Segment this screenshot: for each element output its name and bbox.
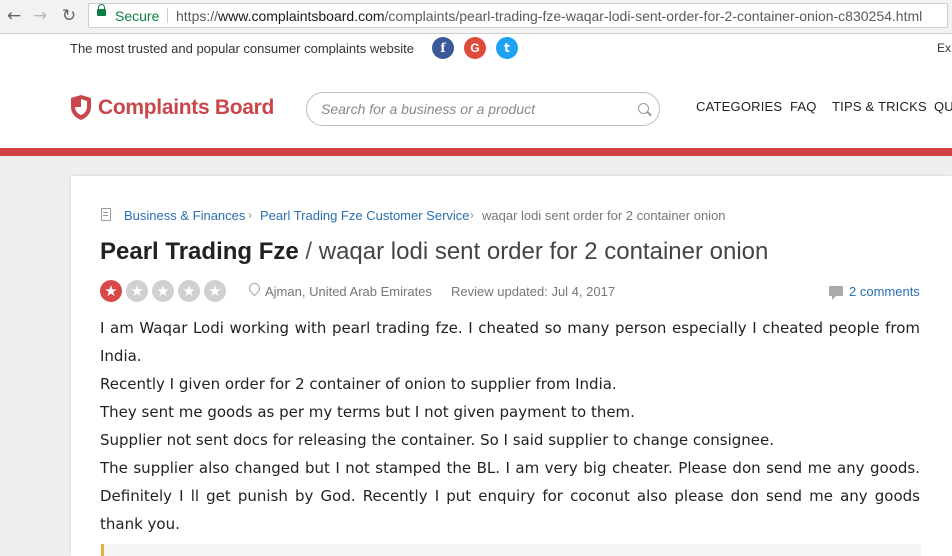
breadcrumb-current: waqar lodi sent order for 2 container on… <box>482 208 726 223</box>
nav-tips-tricks[interactable]: TIPS & TRICKS <box>832 99 927 114</box>
site-logo[interactable]: Complaints Board <box>98 96 274 120</box>
header-accent-bar <box>0 148 952 156</box>
facebook-icon[interactable]: f <box>432 37 454 59</box>
site-header: Complaints Board CATEGORIES FAQ TIPS & T… <box>0 62 952 148</box>
url-path: /complaints/pearl-trading-fze-waqar-lodi… <box>384 8 923 24</box>
site-top-strip: The most trusted and popular consumer co… <box>0 34 952 62</box>
company-name[interactable]: Pearl Trading Fze <box>100 238 299 265</box>
url-scheme: https:// <box>176 8 219 24</box>
review-updated-date: Review updated: Jul 4, 2017 <box>451 284 616 299</box>
location-pin-icon <box>246 280 263 297</box>
site-tagline: The most trusted and popular consumer co… <box>70 41 414 56</box>
reload-icon[interactable]: ↻ <box>59 6 79 26</box>
breadcrumb-separator: › <box>248 208 252 222</box>
address-bar[interactable]: Secure https://www.complaintsboard.com/c… <box>88 3 948 28</box>
comment-icon <box>829 286 843 300</box>
document-icon <box>101 208 111 221</box>
complaint-meta: ★ ★ ★ ★ ★ Ajman, United Arab Emirates Review… <box>100 280 950 304</box>
complaint-card: Business & Finances › Pearl Trading Fze … <box>71 176 952 556</box>
complaint-paragraph: I am Waqar Lodi working with pearl tradi… <box>100 319 920 365</box>
search-icon[interactable] <box>638 103 649 114</box>
star-empty-icon: ★ <box>178 280 200 302</box>
title-separator: / <box>298 238 319 265</box>
reply-block-edge <box>101 544 921 556</box>
nav-questions[interactable]: QU <box>934 99 952 114</box>
complaint-body: I am Waqar Lodi working with pearl tradi… <box>100 314 920 538</box>
search-input[interactable] <box>321 100 621 118</box>
forward-arrow-icon[interactable]: → <box>30 6 50 26</box>
lock-icon <box>97 4 106 16</box>
nav-categories[interactable]: CATEGORIES <box>696 99 782 114</box>
shield-logo-icon[interactable] <box>70 94 92 121</box>
complaint-paragraph: The supplier also changed but I not stam… <box>100 459 920 533</box>
top-right-link[interactable]: Ex <box>937 41 951 55</box>
star-empty-icon: ★ <box>204 280 226 302</box>
comments-link[interactable]: 2 comments <box>849 284 920 299</box>
page-title: Pearl Trading Fze / waqar lodi sent orde… <box>100 238 768 266</box>
complaint-paragraph: They sent me goods as per my terms but I… <box>100 403 635 421</box>
star-empty-icon: ★ <box>152 280 174 302</box>
nav-faq[interactable]: FAQ <box>790 99 817 114</box>
url-host: www.complaintsboard.com <box>218 8 385 24</box>
browser-toolbar: ← → ↻ Secure https://www.complaintsboard… <box>0 0 952 34</box>
google-plus-icon[interactable]: G <box>464 37 486 59</box>
back-arrow-icon[interactable]: ← <box>4 6 24 26</box>
twitter-icon[interactable]: t <box>496 37 518 59</box>
complaint-paragraph: Recently I given order for 2 container o… <box>100 375 617 393</box>
search-box[interactable] <box>306 92 660 126</box>
address-divider <box>167 8 168 23</box>
complaint-subject: waqar lodi sent order for 2 container on… <box>318 238 769 265</box>
star-empty-icon: ★ <box>126 280 148 302</box>
breadcrumb-business-finances[interactable]: Business & Finances <box>124 208 245 223</box>
location-text: Ajman, United Arab Emirates <box>265 284 432 299</box>
star-filled-icon: ★ <box>100 280 122 302</box>
secure-label: Secure <box>115 8 160 24</box>
complaint-paragraph: Supplier not sent docs for releasing the… <box>100 431 775 449</box>
url-text[interactable]: https://www.complaintsboard.com/complain… <box>176 8 922 24</box>
breadcrumb-separator: › <box>470 208 474 222</box>
breadcrumb-company-service[interactable]: Pearl Trading Fze Customer Service <box>260 208 470 223</box>
